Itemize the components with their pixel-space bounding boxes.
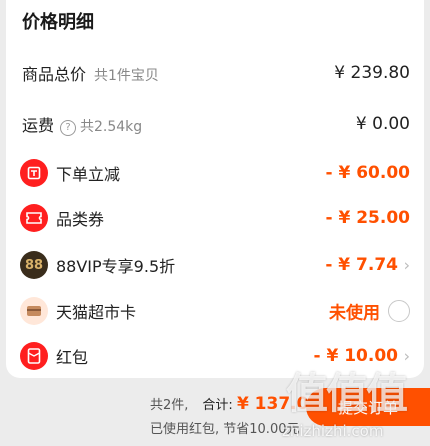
vip-discount-row[interactable]: 88 88VIP专享9.5折 - ¥ 7.74 › xyxy=(6,245,424,285)
category-coupon-row[interactable]: 品类券 - ¥ 25.00 xyxy=(6,198,424,238)
total-label: 合计: xyxy=(202,398,233,413)
price-detail-card: 价格明细 商品总价 共1件宝贝 ¥ 239.80 运费? 共2.54kg ¥ 0.0… xyxy=(6,0,424,378)
vip-88-icon: 88 xyxy=(20,251,48,279)
watermark-url: zhizhizhi.com xyxy=(282,422,384,440)
red-envelope-icon xyxy=(20,342,48,370)
watermark-logo: 值值值 xyxy=(286,369,408,418)
vip-discount-label: 88VIP专享9.5折 xyxy=(56,257,176,276)
order-discount-label: 下单立减 xyxy=(56,165,121,184)
tmall-card-label: 天猫超市卡 xyxy=(56,303,137,322)
goods-total-label: 商品总价 xyxy=(22,65,87,84)
chevron-right-icon: › xyxy=(403,255,410,275)
tmall-card-row[interactable]: 天猫超市卡 未使用 xyxy=(6,291,424,331)
order-discount-row[interactable]: 下单立减 - ¥ 60.00 xyxy=(6,153,424,193)
vip-discount-amount: - ¥ 7.74 xyxy=(325,255,398,275)
shipping-label: 运费 xyxy=(22,116,55,135)
goods-count: 共1件宝贝 xyxy=(94,68,159,84)
help-icon[interactable]: ? xyxy=(60,120,77,136)
goods-total-amount: ¥ 239.80 xyxy=(334,63,410,83)
red-packet-label: 红包 xyxy=(56,348,89,367)
category-coupon-label: 品类券 xyxy=(56,210,105,229)
goods-total-row: 商品总价 共1件宝贝 ¥ 239.80 xyxy=(6,53,424,93)
shipping-amount: ¥ 0.00 xyxy=(355,114,410,134)
ticket-icon xyxy=(20,204,48,232)
tmall-card-status: 未使用 xyxy=(329,303,380,324)
shipping-weight: 共2.54kg xyxy=(80,119,143,135)
red-packet-savings-note: 已使用红包, 节省10.00元 xyxy=(150,422,300,437)
section-title: 价格明细 xyxy=(22,12,94,33)
shipping-row: 运费? 共2.54kg ¥ 0.00 xyxy=(6,104,424,144)
card-icon xyxy=(20,297,48,325)
item-count: 共2件, xyxy=(150,398,189,413)
order-discount-amount: - ¥ 60.00 xyxy=(325,163,411,183)
tmall-card-radio[interactable] xyxy=(388,300,410,322)
category-coupon-amount: - ¥ 25.00 xyxy=(325,208,411,228)
red-coupon-icon xyxy=(20,159,48,187)
